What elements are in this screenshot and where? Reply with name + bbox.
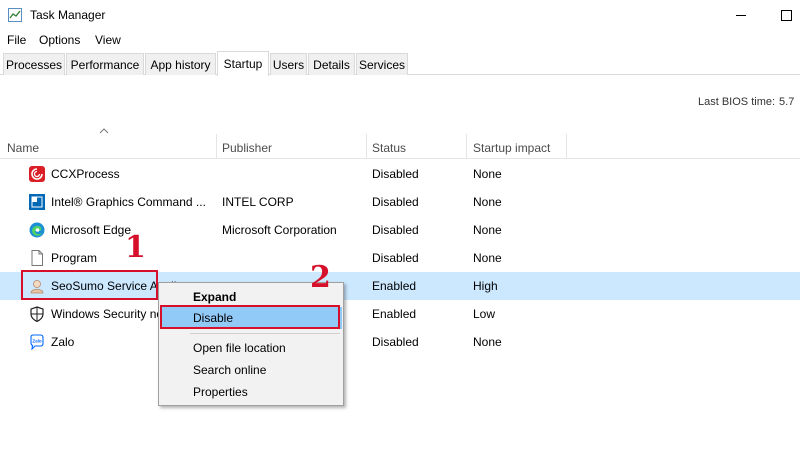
column-divider[interactable] bbox=[366, 134, 367, 159]
annotation-box-step-1 bbox=[21, 270, 158, 300]
sort-ascending-icon bbox=[99, 128, 109, 134]
context-menu-properties[interactable]: Properties bbox=[160, 381, 342, 403]
tab-users[interactable]: Users bbox=[270, 53, 307, 75]
ccx-icon bbox=[29, 166, 45, 182]
row-publisher: Microsoft Corporation bbox=[222, 223, 337, 237]
window-title: Task Manager bbox=[30, 8, 106, 22]
bios-time-value: 5.7 bbox=[779, 96, 795, 108]
menu-view[interactable]: View bbox=[95, 33, 121, 47]
row-publisher: INTEL CORP bbox=[222, 195, 294, 209]
row-impact: High bbox=[473, 279, 498, 293]
menu-file[interactable]: File bbox=[7, 33, 26, 47]
maximize-button[interactable] bbox=[776, 5, 796, 25]
shield-icon bbox=[30, 306, 44, 322]
tab-details[interactable]: Details bbox=[308, 53, 355, 75]
row-status: Disabled bbox=[372, 223, 419, 237]
tab-app-history[interactable]: App history bbox=[145, 53, 216, 75]
tab-strip: Processes Performance App history Startu… bbox=[0, 51, 800, 76]
annotation-number-1: 1 bbox=[125, 230, 146, 265]
row-status: Enabled bbox=[372, 279, 417, 293]
table-row[interactable]: Zalo Zalo Disabled None bbox=[0, 328, 800, 356]
context-menu-open-file-location[interactable]: Open file location bbox=[160, 337, 342, 359]
table-row[interactable]: Windows Security no... Enabled Low bbox=[0, 300, 800, 328]
svg-text:Zalo: Zalo bbox=[32, 339, 42, 344]
tab-processes[interactable]: Processes bbox=[3, 53, 65, 75]
row-impact: None bbox=[473, 251, 502, 265]
bios-time-label: Last BIOS time: bbox=[698, 96, 776, 108]
row-name: Intel® Graphics Command ... bbox=[51, 195, 206, 209]
zalo-icon: Zalo bbox=[30, 334, 44, 350]
row-status: Enabled bbox=[372, 307, 417, 321]
column-header-publisher[interactable]: Publisher bbox=[222, 141, 272, 155]
row-impact: None bbox=[473, 223, 502, 237]
bios-time: Last BIOS time: 5.7 bbox=[698, 96, 794, 108]
row-status: Disabled bbox=[372, 195, 419, 209]
tab-startup[interactable]: Startup bbox=[217, 51, 269, 76]
document-icon bbox=[31, 250, 43, 266]
column-header-row: Name Publisher Status Startup impact bbox=[0, 134, 800, 159]
intel-graphics-icon bbox=[29, 194, 45, 210]
column-header-status[interactable]: Status bbox=[372, 141, 406, 155]
annotation-box-step-2 bbox=[160, 305, 340, 329]
column-divider[interactable] bbox=[466, 134, 467, 159]
row-impact: None bbox=[473, 335, 502, 349]
title-bar: Task Manager bbox=[0, 0, 800, 30]
row-status: Disabled bbox=[372, 167, 419, 181]
table-row[interactable]: Intel® Graphics Command ... INTEL CORP D… bbox=[0, 188, 800, 216]
edge-icon bbox=[29, 222, 45, 238]
row-impact: None bbox=[473, 195, 502, 209]
table-row[interactable]: Program Disabled None bbox=[0, 244, 800, 272]
column-divider[interactable] bbox=[566, 134, 567, 159]
menu-bar: File Options View bbox=[0, 30, 800, 50]
row-status: Disabled bbox=[372, 335, 419, 349]
column-divider[interactable] bbox=[216, 134, 217, 159]
table-row[interactable]: CCXProcess Disabled None bbox=[0, 160, 800, 188]
minimize-button[interactable] bbox=[731, 5, 751, 25]
table-row[interactable]: Microsoft Edge Microsoft Corporation Dis… bbox=[0, 216, 800, 244]
annotation-number-2: 2 bbox=[310, 260, 331, 295]
tab-performance[interactable]: Performance bbox=[66, 53, 144, 75]
context-menu-separator bbox=[190, 333, 340, 334]
row-impact: Low bbox=[473, 307, 496, 321]
row-impact: None bbox=[473, 167, 502, 181]
context-menu: Expand Disable Open file location Search… bbox=[158, 282, 344, 406]
task-manager-icon bbox=[8, 8, 22, 22]
row-status: Disabled bbox=[372, 251, 419, 265]
menu-options[interactable]: Options bbox=[39, 33, 80, 47]
column-header-name[interactable]: Name bbox=[7, 141, 39, 155]
column-header-startup-impact[interactable]: Startup impact bbox=[473, 141, 550, 155]
row-name: CCXProcess bbox=[51, 167, 120, 181]
context-menu-search-online[interactable]: Search online bbox=[160, 359, 342, 381]
tab-services[interactable]: Services bbox=[356, 53, 408, 75]
